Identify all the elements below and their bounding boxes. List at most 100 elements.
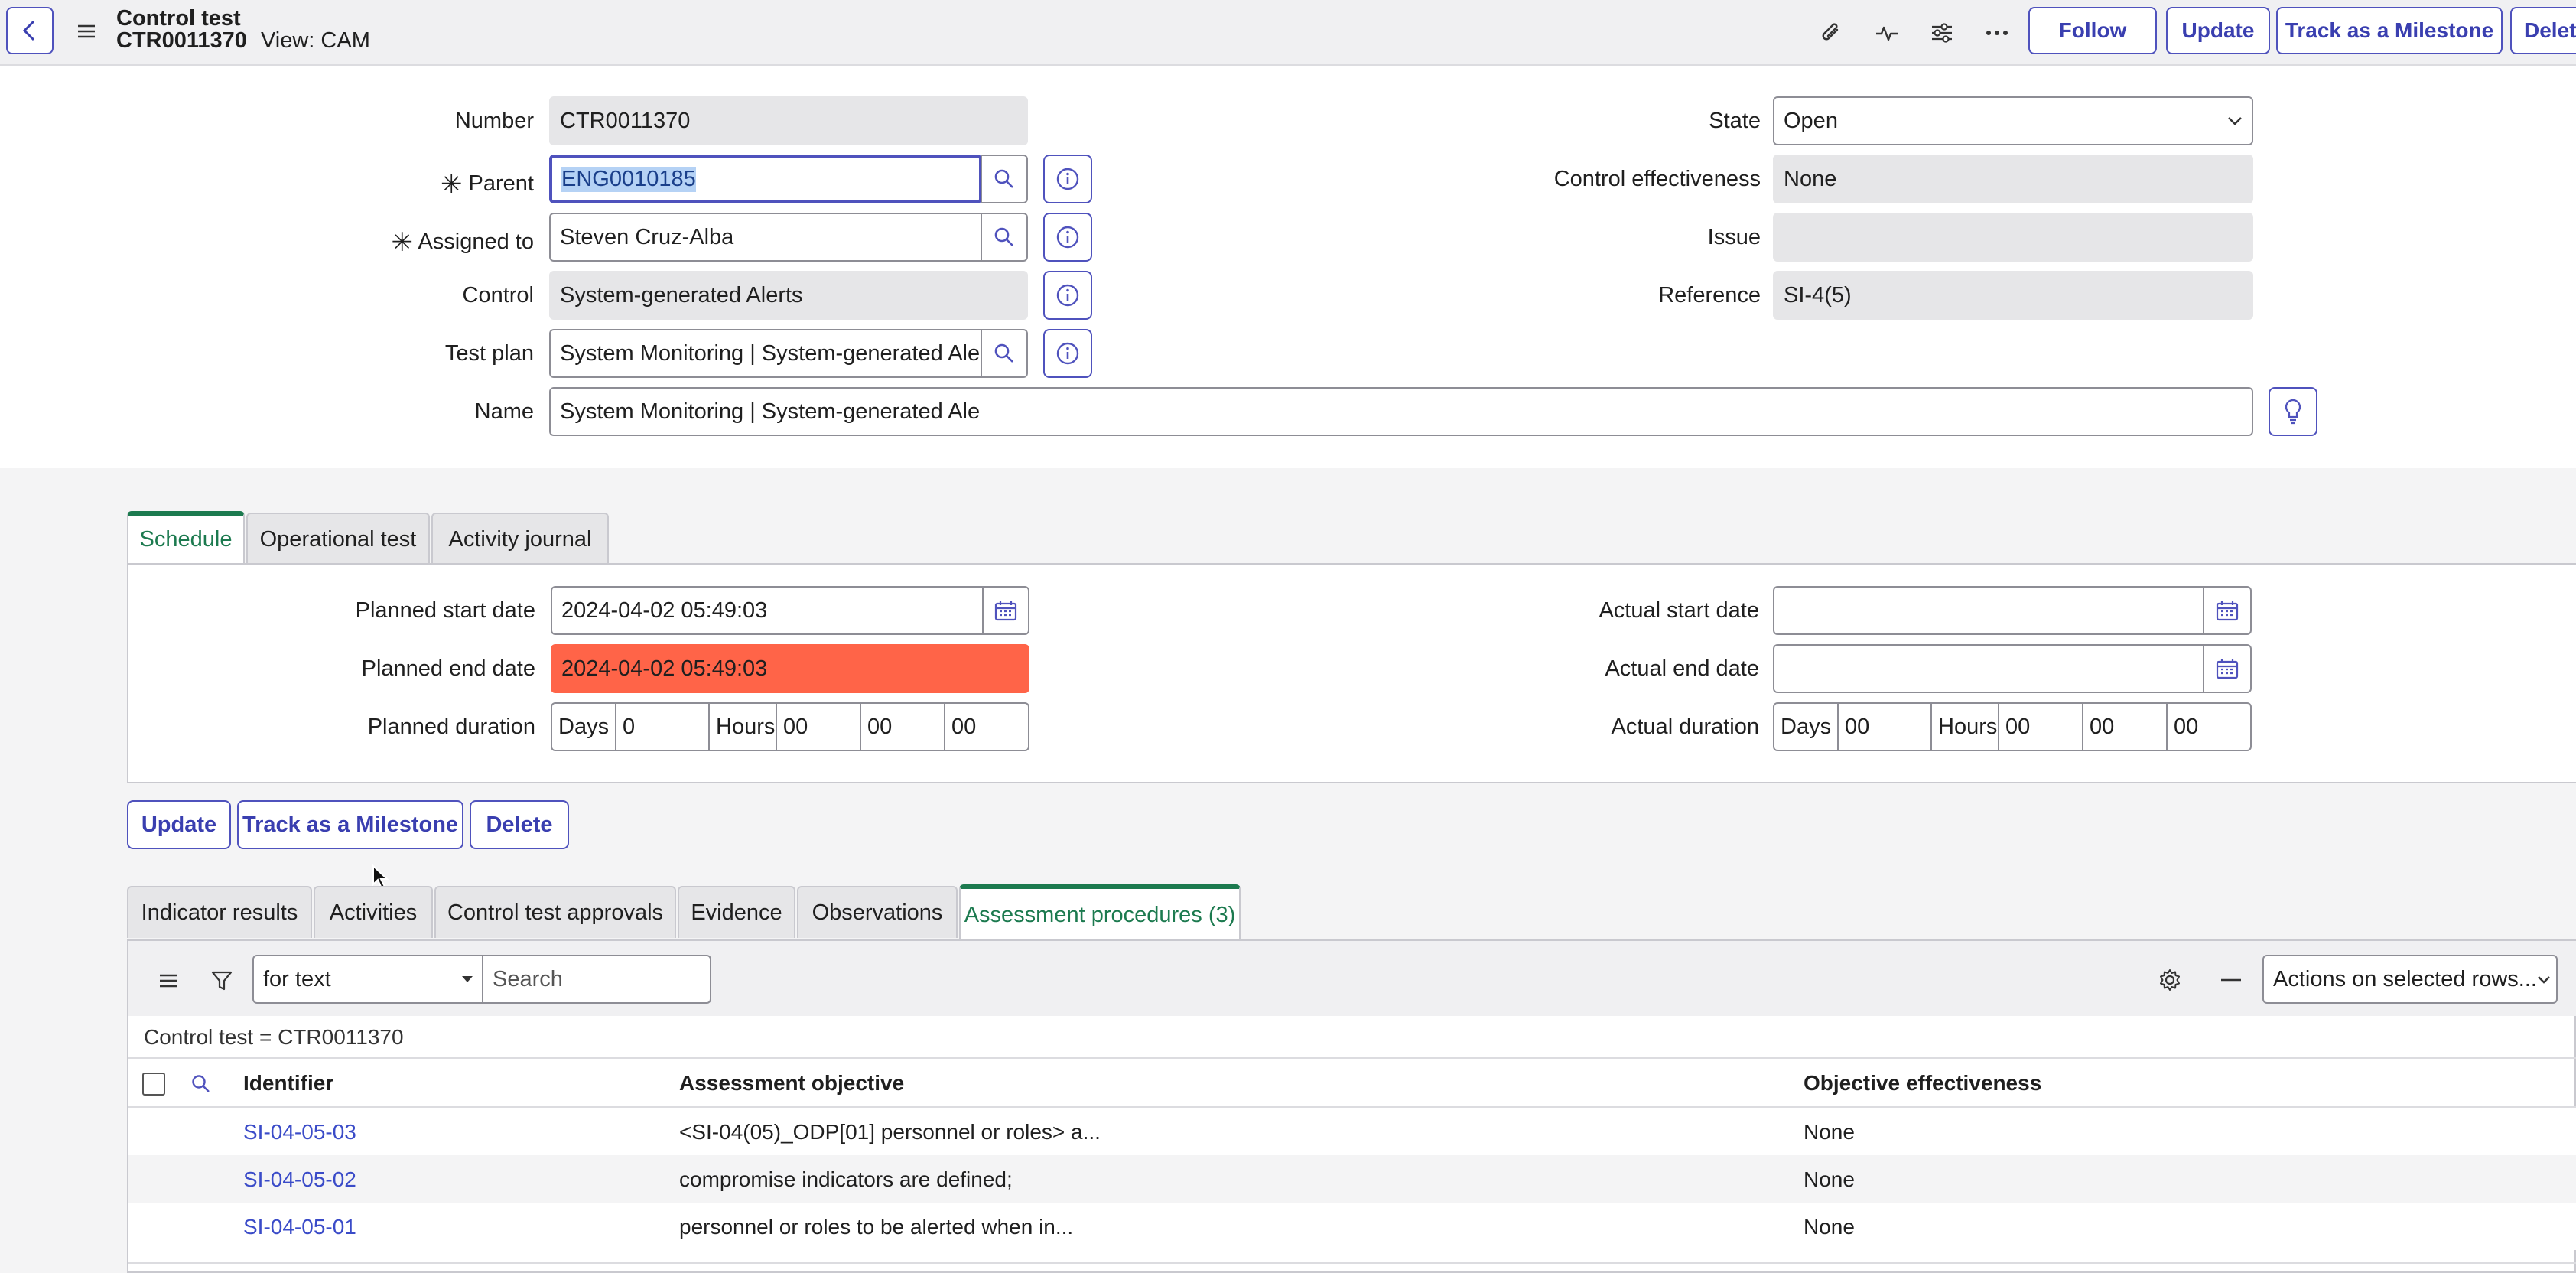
- planned-duration-field[interactable]: Days 0 Hours 00 00 00: [551, 702, 1029, 751]
- actual-hours-input[interactable]: 00: [1999, 704, 2083, 750]
- reference-field: SI-4(5): [1773, 271, 2253, 320]
- parent-value: ENG0010185: [561, 166, 696, 192]
- days-label: Days: [552, 704, 616, 750]
- collapse-list-button[interactable]: [2215, 964, 2247, 996]
- activity-icon: [1875, 21, 1899, 44]
- reference-label: Reference: [1658, 283, 1761, 308]
- planned-hours-input[interactable]: 00: [777, 704, 861, 750]
- activity-button[interactable]: [1871, 17, 1903, 49]
- column-objective-effectiveness[interactable]: Objective effectiveness: [1804, 1071, 2041, 1096]
- column-identifier[interactable]: Identifier: [243, 1071, 333, 1096]
- row-identifier-link[interactable]: SI-04-05-02: [243, 1167, 356, 1192]
- delete-button-header[interactable]: Delet: [2510, 7, 2576, 54]
- assigned-to-field[interactable]: Steven Cruz-Alba: [549, 213, 982, 262]
- state-select[interactable]: Open: [1773, 96, 2253, 145]
- filter-button[interactable]: [207, 965, 237, 996]
- planned-seconds-input[interactable]: 00: [945, 704, 1028, 750]
- search-icon: [994, 168, 1015, 190]
- actual-minutes-input[interactable]: 00: [2083, 704, 2168, 750]
- back-button[interactable]: [6, 7, 54, 54]
- actual-days-input[interactable]: 00: [1839, 704, 1932, 750]
- search-input[interactable]: Search: [482, 955, 711, 1004]
- control-info-button[interactable]: [1043, 271, 1092, 320]
- row-objective: <SI-04(05)_ODP[01] personnel or roles> a…: [679, 1120, 1101, 1144]
- assigned-to-lookup-button[interactable]: [981, 213, 1028, 262]
- follow-button[interactable]: Follow: [2028, 7, 2157, 54]
- test-plan-info-button[interactable]: [1043, 329, 1092, 378]
- planned-end-field[interactable]: 2024-04-02 05:49:03: [551, 644, 1029, 693]
- test-plan-field[interactable]: System Monitoring | System-generated Ale: [549, 329, 982, 378]
- actual-end-field[interactable]: [1773, 644, 2204, 693]
- caret-down-icon: [462, 976, 473, 982]
- planned-start-field[interactable]: 2024-04-02 05:49:03: [551, 586, 984, 635]
- lightbulb-icon: [2284, 399, 2302, 425]
- actual-seconds-input[interactable]: 00: [2168, 704, 2250, 750]
- row-objective: personnel or roles to be alerted when in…: [679, 1215, 1074, 1239]
- sliders-icon: [1930, 22, 1953, 44]
- tab-indicator-results[interactable]: Indicator results: [127, 886, 312, 938]
- update-button[interactable]: Update: [127, 800, 231, 849]
- tab-activities[interactable]: Activities: [314, 886, 433, 938]
- list-menu-button[interactable]: [153, 965, 184, 996]
- planned-minutes-input[interactable]: 00: [861, 704, 945, 750]
- tab-activity-journal[interactable]: Activity journal: [431, 513, 609, 565]
- table-row: [128, 1203, 2576, 1250]
- info-icon: [1055, 225, 1080, 249]
- assigned-to-info-button[interactable]: [1043, 213, 1092, 262]
- actual-start-calendar-button[interactable]: [2203, 586, 2252, 635]
- days-label: Days: [1774, 704, 1839, 750]
- test-plan-lookup-button[interactable]: [981, 329, 1028, 378]
- parent-info-button[interactable]: [1043, 155, 1092, 203]
- parent-lookup-button[interactable]: [981, 155, 1028, 203]
- actions-select[interactable]: Actions on selected rows...: [2262, 955, 2558, 1004]
- actual-start-field[interactable]: [1773, 586, 2204, 635]
- row-identifier-link[interactable]: SI-04-05-03: [243, 1120, 356, 1144]
- row-effectiveness: None: [1804, 1120, 1855, 1144]
- number-field: CTR0011370: [549, 96, 1028, 145]
- record-number: CTR0011370: [116, 28, 247, 53]
- list-breadcrumb[interactable]: Control test = CTR0011370: [144, 1025, 404, 1050]
- planned-days-input[interactable]: 0: [616, 704, 710, 750]
- divider: [128, 1057, 2576, 1059]
- tab-schedule[interactable]: Schedule: [127, 511, 245, 563]
- tab-operational-test[interactable]: Operational test: [246, 513, 430, 565]
- more-options-button[interactable]: [1981, 17, 2013, 49]
- control-field: System-generated Alerts: [549, 271, 1028, 320]
- track-milestone-button-header[interactable]: Track as a Milestone: [2276, 7, 2503, 54]
- track-milestone-button[interactable]: Track as a Milestone: [237, 800, 463, 849]
- column-search-button[interactable]: [188, 1071, 214, 1097]
- suggestion-button[interactable]: [2269, 387, 2317, 436]
- menu-button[interactable]: [73, 18, 99, 44]
- parent-field[interactable]: ENG0010185: [549, 155, 982, 203]
- delete-button[interactable]: Delete: [470, 800, 569, 849]
- name-field[interactable]: System Monitoring | System-generated Ale: [549, 387, 2253, 436]
- issue-field: [1773, 213, 2253, 262]
- actual-duration-field[interactable]: Days 00 Hours 00 00 00: [1773, 702, 2252, 751]
- info-icon: [1055, 283, 1080, 308]
- attachment-button[interactable]: [1816, 17, 1848, 49]
- test-plan-label: Test plan: [444, 341, 534, 366]
- tab-control-test-approvals[interactable]: Control test approvals: [434, 886, 676, 938]
- actual-duration-label: Actual duration: [1611, 715, 1759, 739]
- mandatory-icon: ✳︎: [440, 170, 463, 199]
- list-settings-button[interactable]: [2154, 964, 2186, 996]
- info-icon: [1055, 341, 1080, 366]
- select-all-checkbox[interactable]: [142, 1073, 165, 1096]
- actual-end-calendar-button[interactable]: [2203, 644, 2252, 693]
- state-value: Open: [1784, 108, 1838, 133]
- planned-start-calendar-button[interactable]: [982, 586, 1029, 635]
- tab-assessment-procedures[interactable]: Assessment procedures (3): [959, 884, 1241, 941]
- issue-label: Issue: [1707, 225, 1761, 249]
- column-assessment-objective[interactable]: Assessment objective: [679, 1071, 904, 1096]
- search-field-select[interactable]: for text: [252, 955, 483, 1004]
- state-label: State: [1709, 109, 1761, 133]
- assigned-label: ✳︎ Assigned to: [391, 225, 534, 257]
- collapse-icon: [2221, 978, 2241, 982]
- row-effectiveness: None: [1804, 1167, 1855, 1191]
- personalize-button[interactable]: [1926, 17, 1958, 49]
- tab-observations[interactable]: Observations: [797, 886, 958, 938]
- row-identifier-link[interactable]: SI-04-05-01: [243, 1215, 356, 1239]
- parent-label: ✳︎ Parent: [440, 167, 534, 199]
- tab-evidence[interactable]: Evidence: [678, 886, 795, 938]
- update-button-header[interactable]: Update: [2166, 7, 2270, 54]
